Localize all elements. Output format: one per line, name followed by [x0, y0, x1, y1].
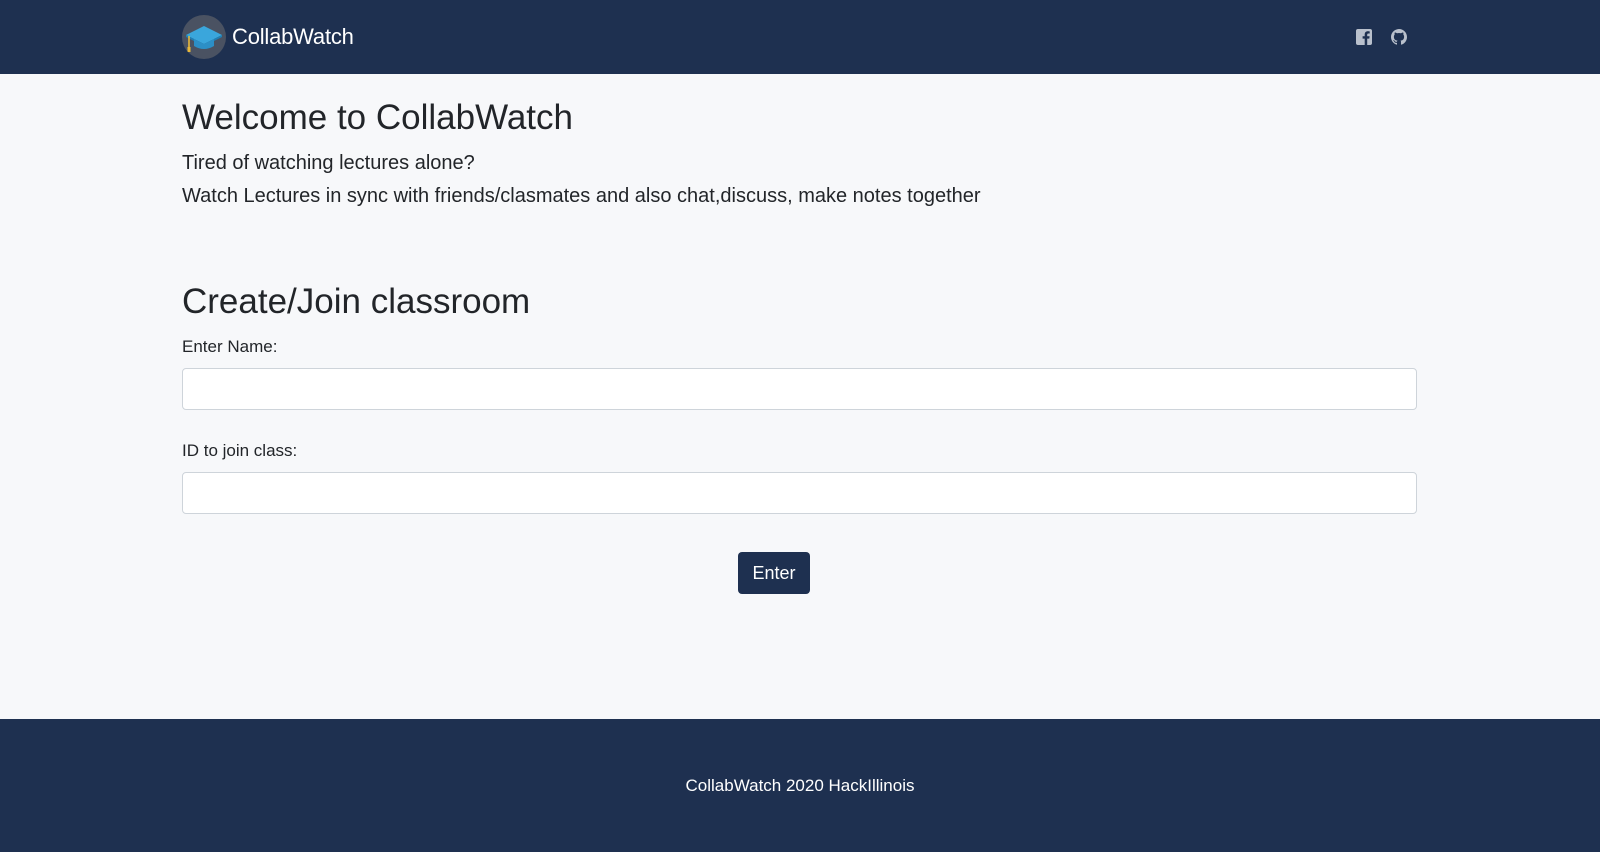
- classroom-form-title: Create/Join classroom: [182, 282, 531, 321]
- welcome-tagline: Tired of watching lectures alone?: [182, 152, 475, 174]
- footer-text: CollabWatch 2020 HackIllinois: [685, 776, 915, 795]
- footer: CollabWatch 2020 HackIllinois: [0, 719, 1600, 852]
- name-label: Enter Name:: [182, 337, 278, 356]
- github-icon[interactable]: [1390, 28, 1408, 46]
- class-id-label: ID to join class:: [182, 441, 298, 460]
- name-input[interactable]: [182, 368, 1417, 410]
- navbar: CollabWatch: [0, 0, 1600, 74]
- brand-name: CollabWatch: [232, 24, 354, 49]
- welcome-description: Watch Lectures in sync with friends/clas…: [182, 185, 981, 207]
- enter-button[interactable]: Enter: [738, 552, 810, 594]
- brand-link[interactable]: CollabWatch: [182, 15, 354, 59]
- facebook-icon[interactable]: [1355, 28, 1373, 46]
- welcome-title: Welcome to CollabWatch: [182, 98, 573, 137]
- social-links: [1355, 28, 1408, 46]
- graduation-cap-icon: [182, 15, 226, 59]
- class-id-input[interactable]: [182, 472, 1417, 514]
